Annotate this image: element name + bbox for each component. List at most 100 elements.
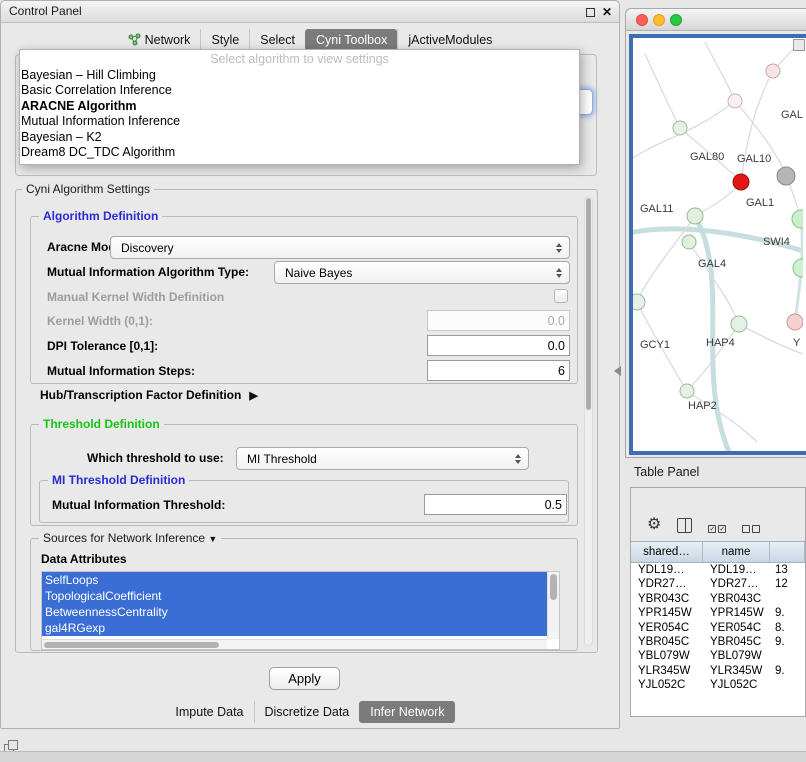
control-panel-titlebar[interactable]: Control Panel ✕ <box>1 1 619 23</box>
group-title: Threshold Definition <box>39 417 164 431</box>
network-node[interactable] <box>766 64 780 78</box>
data-attribute-item[interactable]: gal4RGexp <box>42 620 547 636</box>
scrollbar-thumb[interactable] <box>44 642 219 648</box>
hub-definition-label: Hub/Transcription Factor Definition <box>40 388 241 402</box>
node-label: HAP2 <box>688 400 717 412</box>
bottom-tab-discretize-data[interactable]: Discretize Data <box>254 701 360 723</box>
mi-steps-field[interactable] <box>427 360 570 381</box>
data-attribute-item[interactable]: TopologicalCoefficient <box>42 588 547 604</box>
algorithm-option[interactable]: Dream8 DC_TDC Algorithm <box>20 145 579 160</box>
network-node[interactable] <box>682 235 696 249</box>
table-row[interactable]: YER054CYER054C8. <box>631 621 805 635</box>
network-node[interactable] <box>787 314 803 330</box>
network-edge[interactable] <box>741 71 773 182</box>
hub-definition-section[interactable]: Hub/Transcription Factor Definition ▶ <box>40 388 258 402</box>
scrollbar-thumb[interactable] <box>586 198 591 410</box>
kernel-width-label: Kernel Width (0,1): <box>47 311 153 332</box>
table-cell: YER054C <box>631 621 703 635</box>
network-view-window: GALGAL80GAL10GAL11GAL1SWI4GAL4GCY1HAP4YH… <box>625 8 806 458</box>
network-node[interactable] <box>733 174 749 190</box>
table-cell: YJL052C <box>703 678 770 692</box>
columns-icon[interactable] <box>677 518 692 533</box>
network-node[interactable] <box>680 384 694 398</box>
combobox-arrows-icon <box>556 268 562 278</box>
bottom-tab-infer-network[interactable]: Infer Network <box>359 701 454 723</box>
combobox-arrows-icon <box>556 243 562 253</box>
tab-style[interactable]: Style <box>200 29 249 51</box>
table-cell: 9. <box>770 635 805 649</box>
table-cell <box>770 592 805 606</box>
group-title: Cyni Algorithm Settings <box>22 182 154 196</box>
network-node[interactable] <box>777 167 795 185</box>
expand-down-icon[interactable]: ▼ <box>208 534 217 544</box>
column-header[interactable] <box>770 542 805 562</box>
tab-select[interactable]: Select <box>249 29 305 51</box>
tab-network[interactable]: Network <box>118 29 201 51</box>
mac-zoom-button[interactable] <box>670 14 682 26</box>
table-row[interactable]: YPR145WYPR145W9. <box>631 606 805 620</box>
network-window-titlebar[interactable] <box>626 9 806 31</box>
aracne-mode-combobox[interactable]: Discovery <box>110 236 570 259</box>
network-edge[interactable] <box>705 42 735 101</box>
table-cell: YBR043C <box>631 592 703 606</box>
which-threshold-combobox[interactable]: MI Threshold <box>236 447 529 470</box>
node-label: HAP4 <box>706 337 735 349</box>
checked-box-icon: ✓ <box>708 525 716 533</box>
table-row[interactable]: YDL19…YDL19…13 <box>631 563 805 577</box>
kernel-width-field[interactable] <box>427 310 570 331</box>
group-title: Sources for Network Inference ▼ <box>39 531 221 545</box>
network-node[interactable] <box>793 259 803 277</box>
network-edge[interactable] <box>695 182 741 216</box>
network-node[interactable] <box>633 294 645 310</box>
combobox-value: MI Threshold <box>247 452 317 466</box>
dpi-tolerance-field[interactable] <box>427 335 570 356</box>
tab-jactivemodules[interactable]: jActiveModules <box>397 29 502 51</box>
network-node[interactable] <box>673 121 687 135</box>
network-node[interactable] <box>792 210 803 228</box>
table-row[interactable]: YJL052CYJL052C <box>631 678 805 692</box>
apply-button[interactable]: Apply <box>269 667 340 690</box>
panel-splitter-arrow-icon[interactable] <box>614 366 621 376</box>
table-row[interactable]: YLR345WYLR345W9. <box>631 664 805 678</box>
algorithm-option[interactable]: Mutual Information Inference <box>20 114 579 129</box>
collapse-right-icon[interactable]: ▶ <box>249 389 257 402</box>
data-attributes-items: SelfLoopsTopologicalCoefficientBetweenne… <box>42 572 547 639</box>
network-canvas[interactable]: GALGAL80GAL10GAL11GAL1SWI4GAL4GCY1HAP4YH… <box>629 34 806 455</box>
mi-threshold-field[interactable] <box>424 494 567 515</box>
network-node[interactable] <box>731 316 747 332</box>
mi-type-combobox[interactable]: Naive Bayes <box>274 261 570 284</box>
select-all-checks-icon[interactable]: ✓ ✓ <box>708 525 726 533</box>
mac-minimize-button[interactable] <box>653 14 665 26</box>
column-header[interactable]: name <box>703 542 770 562</box>
cyni-algorithm-settings-group: Cyni Algorithm Settings Algorithm Defini… <box>15 189 598 653</box>
algorithm-option[interactable]: Bayesian – K2 <box>20 130 579 145</box>
table-row[interactable]: YBR045CYBR045C9. <box>631 635 805 649</box>
manual-kernel-checkbox[interactable] <box>554 289 568 303</box>
tab-label: Network <box>145 33 191 47</box>
threshold-definition-group: Threshold Definition Which threshold to … <box>30 424 578 526</box>
table-row[interactable]: YBL079WYBL079W <box>631 649 805 663</box>
settings-scrollbar[interactable] <box>584 196 593 646</box>
algorithm-option[interactable]: ARACNE Algorithm <box>20 99 579 114</box>
list-horizontal-scrollbar[interactable] <box>42 639 547 649</box>
network-node[interactable] <box>687 208 703 224</box>
mac-close-button[interactable] <box>636 14 648 26</box>
algorithm-option[interactable]: Basic Correlation Inference <box>20 83 579 98</box>
float-window-icon[interactable] <box>586 8 595 17</box>
gear-icon[interactable]: ⚙ <box>647 517 661 533</box>
network-edge[interactable] <box>645 54 680 128</box>
table-row[interactable]: YDR27…YDR27…12 <box>631 577 805 591</box>
column-header[interactable]: shared… <box>631 542 703 562</box>
network-node[interactable] <box>728 94 742 108</box>
scrollbar-thumb[interactable] <box>550 574 557 600</box>
tab-cyni-toolbox[interactable]: Cyni Toolbox <box>305 29 397 51</box>
deselect-all-checks-icon[interactable] <box>742 525 760 533</box>
birdseye-toggle[interactable] <box>793 39 805 51</box>
bottom-tab-impute-data[interactable]: Impute Data <box>165 701 253 723</box>
algorithm-option[interactable]: Bayesian – Hill Climbing <box>20 68 579 83</box>
list-vertical-scrollbar[interactable] <box>547 572 559 639</box>
data-attribute-item[interactable]: BetweennessCentrality <box>42 604 547 620</box>
close-icon[interactable]: ✕ <box>602 7 612 17</box>
data-attribute-item[interactable]: SelfLoops <box>42 572 547 588</box>
table-row[interactable]: YBR043CYBR043C <box>631 592 805 606</box>
